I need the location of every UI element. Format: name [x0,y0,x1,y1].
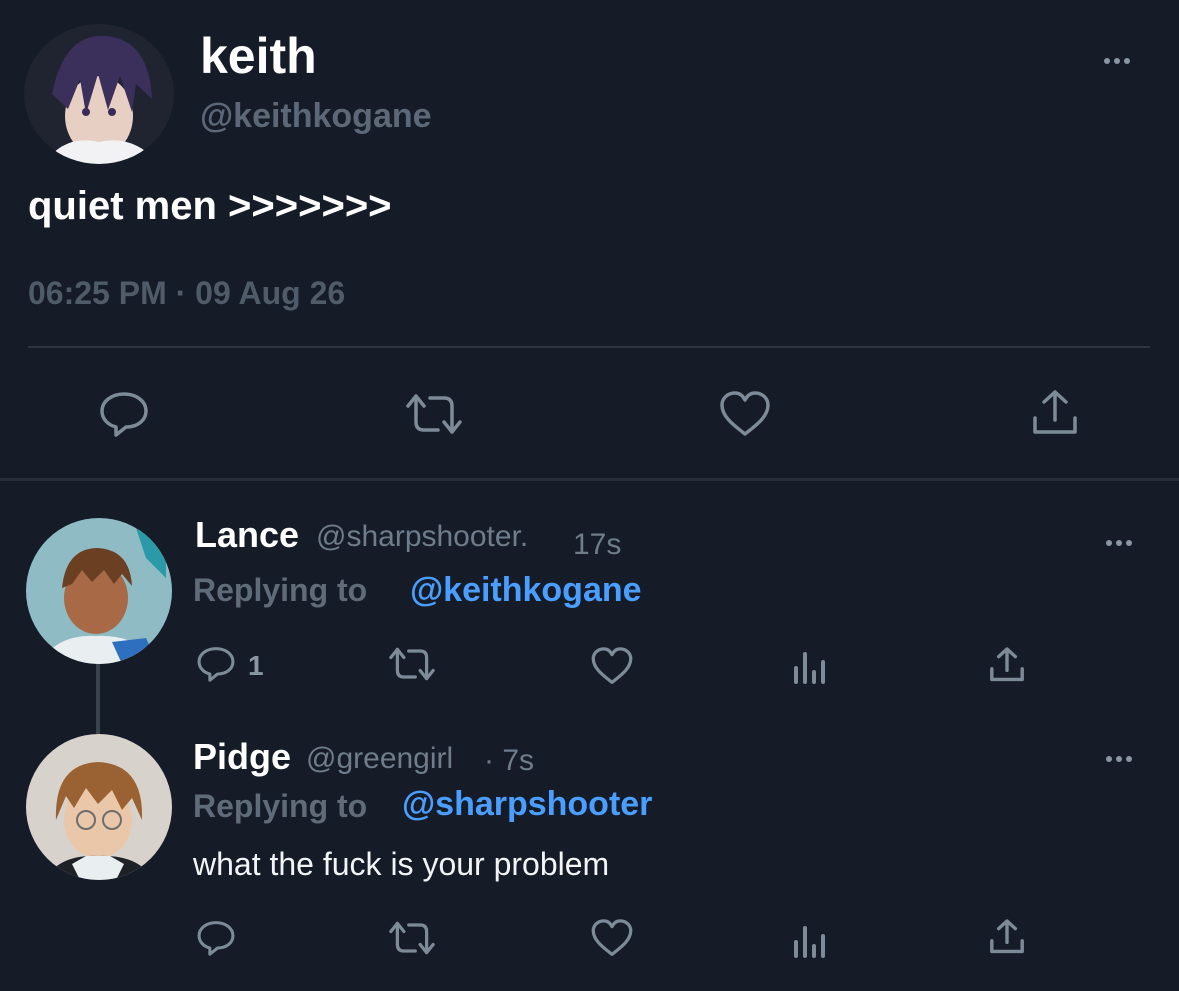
pidge-reply-text: what the fuck is your problem [193,846,610,882]
keith-handle[interactable]: @keithkogane [200,96,432,136]
repost-icon[interactable] [402,392,466,436]
keith-display-name[interactable]: keith [200,28,317,84]
more-options-button[interactable] [1104,58,1130,64]
share-icon[interactable] [1030,388,1080,438]
reply-icon[interactable] [196,918,236,958]
pidge-display-name[interactable]: Pidge [193,736,291,778]
lance-avatar[interactable] [26,518,172,664]
keith-avatar[interactable] [24,24,174,164]
pidge-handle[interactable]: @greengirl [306,740,453,778]
pidge-avatar[interactable] [26,734,172,880]
repost-icon[interactable] [386,646,438,682]
repost-icon[interactable] [386,920,438,956]
post-text: quiet men >>>>>>> [28,184,392,228]
pidge-replying-to-link[interactable]: @sharpshooter [402,784,652,824]
lance-handle[interactable]: @sharpshooter. [316,518,528,556]
analytics-icon[interactable] [792,648,826,684]
post-timestamp: 06:25 PM · 09 Aug 26 [28,275,346,311]
analytics-icon[interactable] [792,922,826,958]
more-options-button[interactable] [1106,756,1132,762]
reply-icon[interactable] [196,644,236,684]
like-icon[interactable] [590,918,634,958]
share-icon[interactable] [988,646,1026,684]
pidge-time: · 7s [484,744,535,777]
like-icon[interactable] [718,390,772,438]
lance-replying-to-link[interactable]: @keithkogane [410,570,642,610]
divider [28,346,1150,348]
section-divider [0,478,1179,481]
like-icon[interactable] [590,646,634,686]
share-icon[interactable] [988,918,1026,956]
reply-icon[interactable] [98,390,150,438]
pidge-replying-label: Replying to [193,788,368,824]
lance-display-name[interactable]: Lance [195,514,299,556]
lance-reply-count: 1 [248,650,264,681]
lance-time: 17s [573,528,622,561]
lance-replying-label: Replying to [193,572,368,608]
more-options-button[interactable] [1106,540,1132,546]
thread-line [96,664,100,734]
